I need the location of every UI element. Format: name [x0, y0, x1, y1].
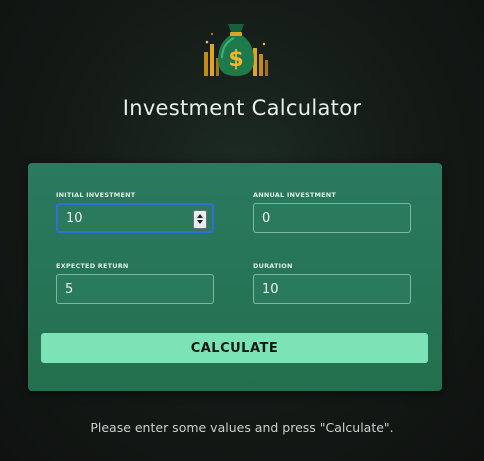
annual-investment-box: [253, 203, 411, 233]
annual-investment-field: Annual Investment: [253, 191, 411, 233]
initial-investment-box: [56, 203, 214, 233]
expected-return-label: Expected Return: [56, 262, 129, 270]
calculate-button[interactable]: CALCULATE: [41, 333, 428, 363]
expected-return-input[interactable]: [57, 275, 213, 303]
duration-input[interactable]: [254, 275, 410, 303]
number-spinner[interactable]: [193, 210, 207, 229]
annual-investment-label: Annual Investment: [253, 191, 337, 199]
initial-investment-field: Initial Investment: [56, 191, 214, 233]
initial-investment-label: Initial Investment: [56, 191, 136, 199]
money-bag-icon: $: [204, 24, 268, 76]
duration-box: [253, 274, 411, 304]
initial-investment-input[interactable]: [58, 205, 212, 231]
annual-investment-input[interactable]: [254, 204, 410, 232]
status-message: Please enter some values and press "Calc…: [90, 420, 394, 435]
expected-return-field: Expected Return: [56, 262, 214, 304]
calculator-card: Initial Investment Annual Investment Exp…: [28, 163, 442, 391]
duration-field: Duration: [253, 262, 411, 304]
page-title: Investment Calculator: [122, 96, 362, 120]
spinner-down-icon[interactable]: [194, 219, 206, 227]
svg-text:$: $: [228, 47, 243, 72]
duration-label: Duration: [253, 262, 293, 270]
expected-return-box: [56, 274, 214, 304]
